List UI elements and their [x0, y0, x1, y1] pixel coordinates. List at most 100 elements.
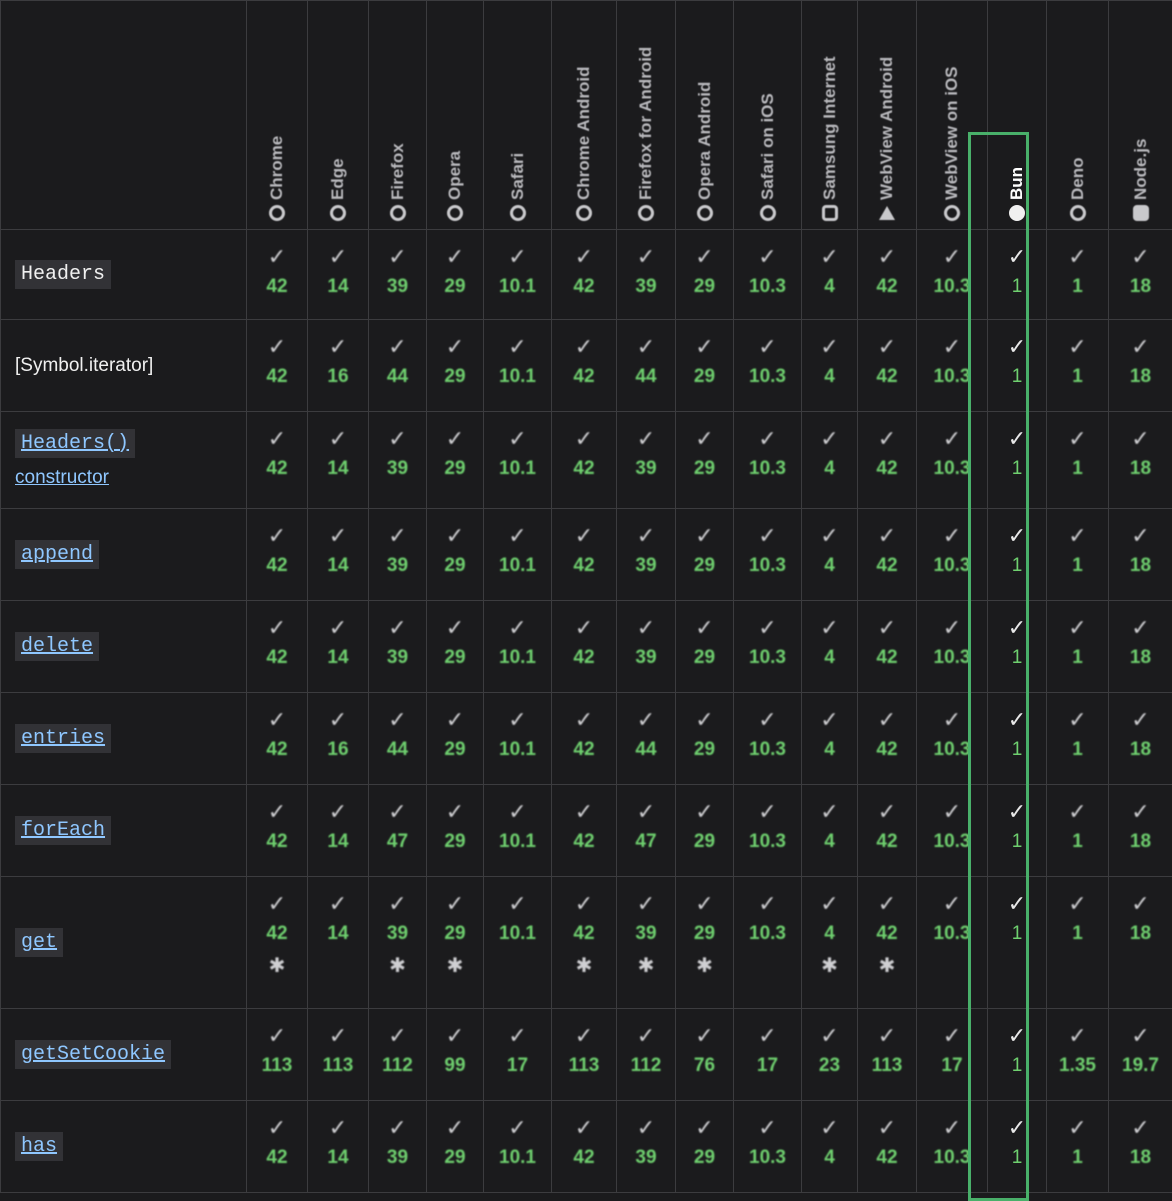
support-cell[interactable]: ✓42: [858, 1101, 917, 1193]
support-cell[interactable]: ✓1: [988, 509, 1047, 601]
support-cell[interactable]: ✓1: [988, 230, 1047, 320]
support-cell[interactable]: ✓42: [858, 601, 917, 693]
support-cell[interactable]: ✓10.1: [484, 601, 552, 693]
feature-link[interactable]: getSetCookie: [15, 1040, 171, 1069]
support-cell[interactable]: ✓1: [1047, 785, 1109, 877]
support-cell[interactable]: ✓42: [858, 230, 917, 320]
support-cell[interactable]: ✓1.35: [1047, 1009, 1109, 1101]
support-cell[interactable]: ✓1: [1047, 230, 1109, 320]
support-cell[interactable]: ✓42: [858, 693, 917, 785]
support-cell[interactable]: ✓10.3: [917, 230, 988, 320]
support-cell[interactable]: ✓113: [552, 1009, 617, 1101]
support-cell[interactable]: ✓29: [427, 412, 484, 509]
feature-link[interactable]: entries: [15, 724, 111, 753]
support-cell[interactable]: ✓1: [1047, 509, 1109, 601]
support-cell[interactable]: ✓17: [917, 1009, 988, 1101]
support-cell[interactable]: ✓18: [1109, 877, 1172, 1009]
support-cell[interactable]: ✓1: [1047, 320, 1109, 412]
support-cell[interactable]: ✓1: [988, 412, 1047, 509]
support-cell[interactable]: ✓39: [369, 1101, 427, 1193]
support-cell[interactable]: ✓39✱: [369, 877, 427, 1009]
feature-link[interactable]: append: [15, 540, 99, 569]
support-cell[interactable]: ✓1: [1047, 601, 1109, 693]
support-cell[interactable]: ✓42: [552, 785, 617, 877]
support-cell[interactable]: ✓29: [427, 693, 484, 785]
support-cell[interactable]: ✓42: [858, 509, 917, 601]
support-cell[interactable]: ✓19.7: [1109, 1009, 1172, 1101]
support-cell[interactable]: ✓39: [617, 601, 676, 693]
support-cell[interactable]: ✓18: [1109, 601, 1172, 693]
support-cell[interactable]: ✓29: [427, 785, 484, 877]
support-cell[interactable]: ✓39: [369, 230, 427, 320]
support-cell[interactable]: ✓42: [552, 601, 617, 693]
support-cell[interactable]: ✓14: [308, 877, 369, 1009]
support-cell[interactable]: ✓29✱: [676, 877, 734, 1009]
support-cell[interactable]: ✓1: [988, 1101, 1047, 1193]
support-cell[interactable]: ✓10.3: [734, 785, 802, 877]
support-cell[interactable]: ✓29: [676, 1101, 734, 1193]
support-cell[interactable]: ✓42: [552, 693, 617, 785]
support-cell[interactable]: ✓23: [802, 1009, 858, 1101]
support-cell[interactable]: ✓18: [1109, 412, 1172, 509]
support-cell[interactable]: ✓42✱: [858, 877, 917, 1009]
support-cell[interactable]: ✓10.3: [734, 1101, 802, 1193]
support-cell[interactable]: ✓10.3: [734, 693, 802, 785]
support-cell[interactable]: ✓1: [1047, 877, 1109, 1009]
support-cell[interactable]: ✓39: [617, 412, 676, 509]
support-cell[interactable]: ✓42: [552, 230, 617, 320]
support-cell[interactable]: ✓10.3: [917, 693, 988, 785]
support-cell[interactable]: ✓4: [802, 412, 858, 509]
support-cell[interactable]: ✓112: [369, 1009, 427, 1101]
support-cell[interactable]: ✓29: [676, 509, 734, 601]
support-cell[interactable]: ✓1: [988, 693, 1047, 785]
support-cell[interactable]: ✓1: [988, 1009, 1047, 1101]
support-cell[interactable]: ✓10.1: [484, 693, 552, 785]
support-cell[interactable]: ✓39: [369, 412, 427, 509]
support-cell[interactable]: ✓4: [802, 785, 858, 877]
support-cell[interactable]: ✓10.3: [917, 320, 988, 412]
support-cell[interactable]: ✓42: [247, 785, 308, 877]
feature-link[interactable]: Headers(): [15, 429, 135, 458]
support-cell[interactable]: ✓113: [308, 1009, 369, 1101]
support-cell[interactable]: ✓4: [802, 601, 858, 693]
support-cell[interactable]: ✓39✱: [617, 877, 676, 1009]
support-cell[interactable]: ✓18: [1109, 693, 1172, 785]
support-cell[interactable]: ✓18: [1109, 509, 1172, 601]
support-cell[interactable]: ✓47: [617, 785, 676, 877]
support-cell[interactable]: ✓17: [484, 1009, 552, 1101]
support-cell[interactable]: ✓1: [1047, 1101, 1109, 1193]
support-cell[interactable]: ✓18: [1109, 785, 1172, 877]
support-cell[interactable]: ✓1: [988, 601, 1047, 693]
support-cell[interactable]: ✓42: [858, 412, 917, 509]
support-cell[interactable]: ✓42: [552, 412, 617, 509]
feature-link[interactable]: constructor: [15, 467, 109, 488]
support-cell[interactable]: ✓1: [988, 320, 1047, 412]
support-cell[interactable]: ✓10.3: [917, 877, 988, 1009]
support-cell[interactable]: ✓10.1: [484, 320, 552, 412]
support-cell[interactable]: ✓42: [552, 320, 617, 412]
support-cell[interactable]: ✓1: [1047, 412, 1109, 509]
support-cell[interactable]: ✓39: [369, 509, 427, 601]
support-cell[interactable]: ✓29: [676, 412, 734, 509]
support-cell[interactable]: ✓29: [427, 509, 484, 601]
support-cell[interactable]: ✓10.3: [734, 601, 802, 693]
support-cell[interactable]: ✓39: [617, 230, 676, 320]
support-cell[interactable]: ✓39: [617, 1101, 676, 1193]
support-cell[interactable]: ✓39: [369, 601, 427, 693]
feature-link[interactable]: forEach: [15, 816, 111, 845]
support-cell[interactable]: ✓10.3: [917, 509, 988, 601]
support-cell[interactable]: ✓10.1: [484, 877, 552, 1009]
support-cell[interactable]: ✓1: [988, 877, 1047, 1009]
support-cell[interactable]: ✓10.3: [734, 230, 802, 320]
support-cell[interactable]: ✓29: [676, 693, 734, 785]
support-cell[interactable]: ✓29: [676, 601, 734, 693]
support-cell[interactable]: ✓42✱: [247, 877, 308, 1009]
support-cell[interactable]: ✓10.3: [917, 601, 988, 693]
support-cell[interactable]: ✓44: [617, 693, 676, 785]
support-cell[interactable]: ✓44: [369, 320, 427, 412]
support-cell[interactable]: ✓29: [427, 320, 484, 412]
support-cell[interactable]: ✓4: [802, 230, 858, 320]
support-cell[interactable]: ✓14: [308, 601, 369, 693]
support-cell[interactable]: ✓10.3: [917, 785, 988, 877]
support-cell[interactable]: ✓42: [247, 1101, 308, 1193]
